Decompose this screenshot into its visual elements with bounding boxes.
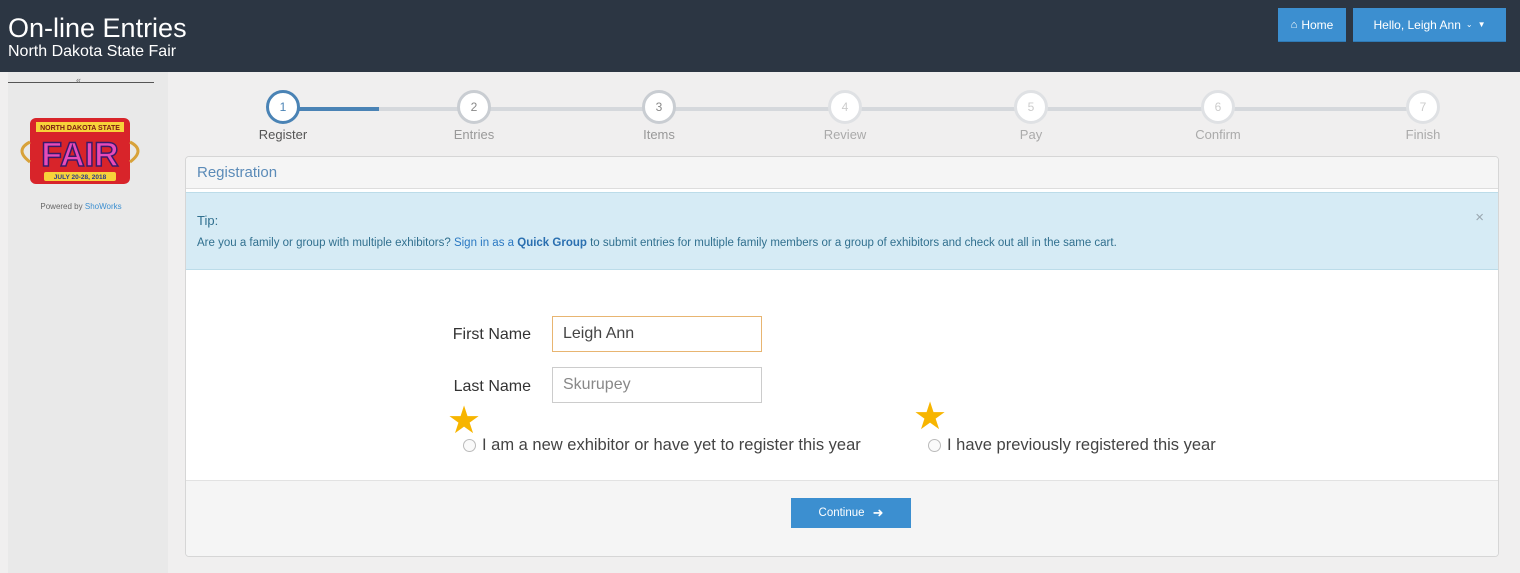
step-items[interactable]: 3 Items — [614, 90, 704, 142]
continue-button[interactable]: Continue ➜ — [791, 498, 911, 528]
user-label: Hello, Leigh Ann — [1373, 17, 1461, 32]
quick-group-link[interactable]: Quick Group — [517, 237, 587, 249]
step-label: Finish — [1405, 127, 1441, 142]
progress-stepper: 1 Register 2 Entries 3 Items 4 Review 5 … — [185, 90, 1499, 152]
star-icon: ★ — [447, 400, 482, 442]
step-number: 6 — [1201, 90, 1235, 124]
close-icon[interactable]: × — [1475, 209, 1484, 226]
fair-logo: NORTH DAKOTA STATE FAIR JULY 20-28, 2018 — [20, 118, 140, 184]
registration-panel: Registration Tip: Are you a family or gr… — [185, 156, 1499, 557]
tip-title: Tip: — [197, 213, 219, 228]
radio-previous-label: I have previously registered this year — [947, 436, 1216, 454]
radio-new-label: I am a new exhibitor or have yet to regi… — [482, 436, 861, 454]
logo-main-text: FAIR — [41, 136, 118, 174]
step-finish[interactable]: 7 Finish — [1378, 90, 1468, 142]
tip-alert: Tip: Are you a family or group with mult… — [186, 192, 1498, 270]
step-number: 4 — [828, 90, 862, 124]
home-button[interactable]: ⌂ Home — [1278, 8, 1346, 42]
star-icon: ★ — [913, 396, 948, 438]
step-label: Pay — [1019, 127, 1043, 142]
sidebar: « NORTH DAKOTA STATE FAIR JULY 20-28, 20… — [8, 72, 168, 573]
tip-text: Are you a family or group with multiple … — [197, 237, 1117, 249]
step-number: 5 — [1014, 90, 1048, 124]
powered-by: Powered by ShoWorks — [40, 202, 122, 211]
continue-label: Continue — [818, 507, 865, 519]
top-bar: On-line Entries North Dakota State Fair … — [0, 0, 1520, 72]
last-name-input[interactable] — [552, 367, 762, 403]
step-confirm[interactable]: 6 Confirm — [1173, 90, 1263, 142]
last-name-label: Last Name — [453, 378, 531, 395]
collapse-sidebar-icon[interactable]: « — [76, 75, 81, 85]
step-label: Review — [823, 127, 867, 142]
showorks-link[interactable]: ShoWorks — [85, 202, 122, 211]
first-name-input[interactable] — [552, 316, 762, 352]
sign-in-link[interactable]: Sign in as a — [454, 237, 517, 249]
radio-button[interactable] — [928, 439, 941, 452]
radio-new-exhibitor[interactable]: I am a new exhibitor or have yet to regi… — [463, 436, 861, 455]
app-title: On-line Entries — [8, 13, 187, 43]
step-label: Items — [643, 127, 675, 142]
panel-footer: Continue ➜ — [186, 480, 1498, 556]
home-icon: ⌂ — [1290, 18, 1298, 31]
user-menu-button[interactable]: Hello, Leigh Ann ⌄ ▼ — [1353, 8, 1506, 42]
step-connector — [379, 107, 1423, 111]
logo-top-text: NORTH DAKOTA STATE — [40, 125, 120, 132]
step-number: 2 — [457, 90, 491, 124]
step-label: Confirm — [1195, 127, 1241, 142]
panel-heading: Registration — [186, 157, 1498, 189]
first-name-label: First Name — [452, 326, 531, 343]
arrow-right-icon: ➜ — [872, 505, 884, 520]
step-review[interactable]: 4 Review — [800, 90, 890, 142]
registration-form: First Name Last Name ★ ★ I am a new exhi… — [186, 270, 1498, 482]
step-number: 3 — [642, 90, 676, 124]
step-entries[interactable]: 2 Entries — [429, 90, 519, 142]
step-label: Register — [258, 127, 308, 142]
step-register[interactable]: 1 Register — [238, 90, 328, 142]
logo-date-text: JULY 20-28, 2018 — [54, 174, 107, 181]
radio-button[interactable] — [463, 439, 476, 452]
step-pay[interactable]: 5 Pay — [986, 90, 1076, 142]
radio-previously-registered[interactable]: I have previously registered this year — [928, 436, 1216, 455]
home-label: Home — [1301, 17, 1334, 32]
step-number: 1 — [266, 90, 300, 124]
step-number: 7 — [1406, 90, 1440, 124]
step-label: Entries — [453, 127, 495, 142]
caret-down-icon: ▼ — [1477, 20, 1486, 29]
app-subtitle: North Dakota State Fair — [8, 43, 177, 60]
chevron-down-icon: ⌄ — [1465, 20, 1473, 29]
